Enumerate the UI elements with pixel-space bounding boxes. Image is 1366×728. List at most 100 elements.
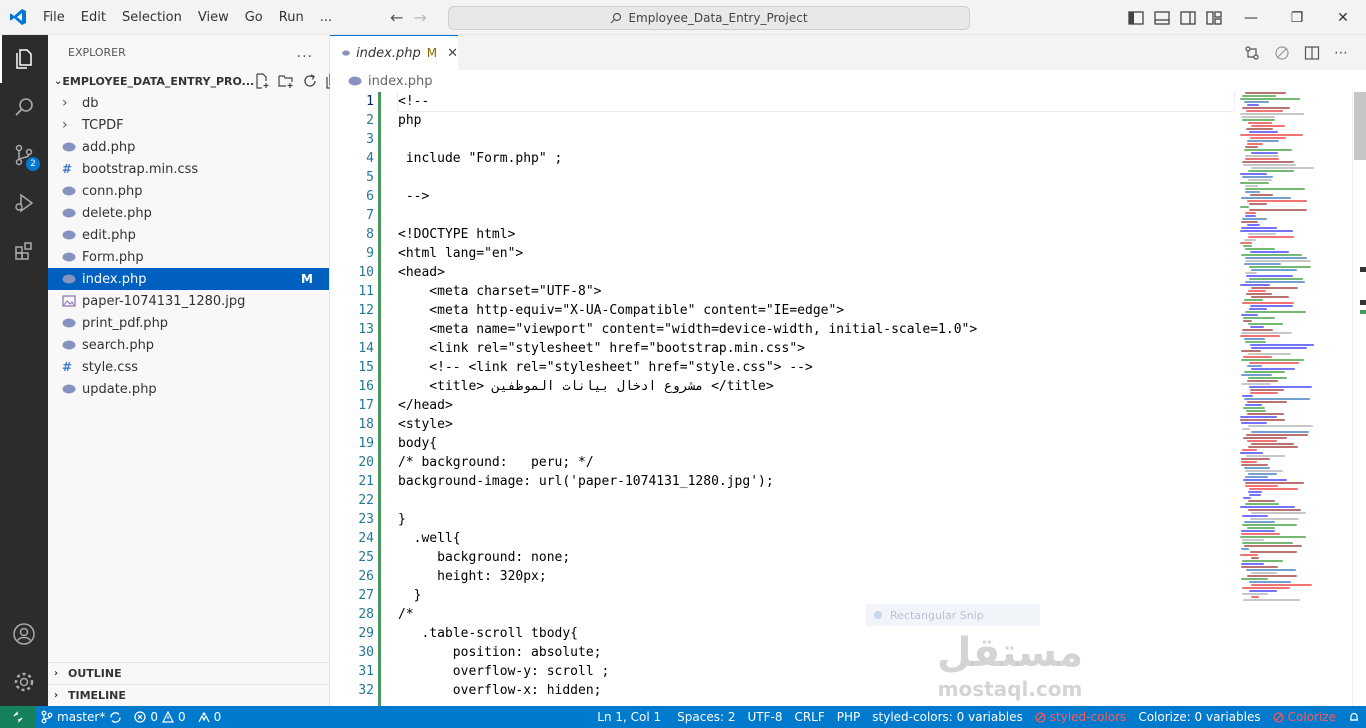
close-tab-icon[interactable]: ✕ <box>447 46 458 61</box>
breadcrumb-file[interactable]: index.php <box>368 74 432 89</box>
toggle-live-preview-icon[interactable] <box>1274 45 1290 61</box>
problems-status[interactable]: 0 0 <box>128 706 191 728</box>
code-line[interactable]: .table-scroll tbody{ <box>398 624 1228 643</box>
vertical-scrollbar[interactable] <box>1352 92 1366 706</box>
menu-view[interactable]: View <box>190 0 237 35</box>
menu-run[interactable]: Run <box>271 0 312 35</box>
customize-layout-icon[interactable] <box>1206 10 1222 25</box>
tab-index-php[interactable]: index.php M ✕ <box>330 35 458 70</box>
eol-status[interactable]: CRLF <box>788 706 830 728</box>
outline-section[interactable]: › OUTLINE <box>48 662 330 684</box>
code-line[interactable]: body{ <box>398 434 1228 453</box>
code-line[interactable]: include "Form.php" ; <box>398 149 1228 168</box>
code-line[interactable]: /* background: peru; */ <box>398 453 1228 472</box>
file-item[interactable]: # bootstrap.min.css <box>48 158 329 180</box>
code-line[interactable] <box>398 491 1228 510</box>
code-line[interactable]: <!-- <box>397 92 1235 112</box>
code-line[interactable]: .well{ <box>398 529 1228 548</box>
code-line[interactable]: php <box>398 111 1228 130</box>
minimap[interactable] <box>1236 92 1348 602</box>
code-line[interactable]: <!-- <link rel="stylesheet" href="style.… <box>398 358 1228 377</box>
code-line[interactable]: <title> مشروع ادخال بيانات الموظفين </ti… <box>398 377 1228 396</box>
explorer-activity[interactable] <box>0 35 48 83</box>
code-line[interactable]: <meta name="viewport" content="width=dev… <box>398 320 1228 339</box>
file-item[interactable]: conn.php <box>48 180 329 202</box>
new-file-icon[interactable] <box>254 73 270 89</box>
toggle-sidebar-icon[interactable] <box>1128 10 1144 25</box>
code-line[interactable]: background: none; <box>398 548 1228 567</box>
file-item[interactable]: update.php <box>48 378 329 400</box>
menu-edit[interactable]: Edit <box>73 0 114 35</box>
code-line[interactable]: <style> <box>398 415 1228 434</box>
menu-selection[interactable]: Selection <box>114 0 190 35</box>
indentation-status[interactable]: Spaces: 2 <box>667 706 741 728</box>
menu-more[interactable]: ... <box>312 0 340 35</box>
close-button[interactable]: ✕ <box>1320 0 1366 35</box>
encoding-status[interactable]: UTF-8 <box>741 706 788 728</box>
manage-activity[interactable] <box>0 658 48 706</box>
command-center-search[interactable]: Employee_Data_Entry_Project <box>448 6 970 30</box>
code-line[interactable]: overflow-y: scroll ; <box>398 662 1228 681</box>
code-line[interactable]: <link rel="stylesheet" href="bootstrap.m… <box>398 339 1228 358</box>
colorize-variables[interactable]: Colorize: 0 variables <box>1132 706 1266 728</box>
code-line[interactable]: height: 320px; <box>398 567 1228 586</box>
code-line[interactable]: <!DOCTYPE html> <box>398 225 1228 244</box>
code-line[interactable]: background-image: url('paper-1074131_128… <box>398 472 1228 491</box>
source-control-activity[interactable]: 2 <box>0 131 48 179</box>
menu-file[interactable]: File <box>35 0 73 35</box>
scrollbar-thumb[interactable] <box>1354 92 1366 160</box>
sync-icon[interactable] <box>109 711 122 724</box>
toggle-panel-icon[interactable] <box>1154 10 1170 25</box>
toggle-secondary-sidebar-icon[interactable] <box>1180 10 1196 25</box>
remote-indicator[interactable] <box>0 706 35 728</box>
file-item[interactable]: paper-1074131_1280.jpg <box>48 290 329 312</box>
file-item[interactable]: index.php M <box>48 268 329 290</box>
folder-item[interactable]: › TCPDF <box>48 114 329 136</box>
code-line[interactable]: <meta http-equiv="X-UA-Compatible" conte… <box>398 301 1228 320</box>
code-line[interactable] <box>398 130 1228 149</box>
code-line[interactable]: <head> <box>398 263 1228 282</box>
code-line[interactable]: /* <box>398 605 1228 624</box>
code-content[interactable]: <!-- php include "Form.php" ; --> <!DOCTYP… <box>397 92 1235 700</box>
timeline-section[interactable]: › TIMELINE <box>48 684 330 706</box>
accounts-activity[interactable] <box>0 610 48 658</box>
code-line[interactable]: <html lang="en"> <box>398 244 1228 263</box>
search-activity[interactable] <box>0 83 48 131</box>
language-mode[interactable]: PHP <box>831 706 867 728</box>
run-debug-activity[interactable] <box>0 179 48 227</box>
explorer-more-button[interactable]: ... <box>297 45 313 61</box>
code-line[interactable]: --> <box>398 187 1228 206</box>
styled-colors-status[interactable]: styled-colors <box>1029 706 1133 728</box>
back-arrow-icon[interactable]: ← <box>390 8 403 27</box>
code-line[interactable] <box>398 168 1228 187</box>
menu-go[interactable]: Go <box>237 0 271 35</box>
file-item[interactable]: Form.php <box>48 246 329 268</box>
extensions-activity[interactable] <box>0 227 48 275</box>
code-line[interactable]: </head> <box>398 396 1228 415</box>
code-line[interactable]: position: absolute; <box>398 643 1228 662</box>
code-editor[interactable]: 1 2 3 4 5 6 7 8 9 10 11 12 13 14 15 16 17 18 19 20 21 22 23 24 2… <box>330 92 1366 706</box>
file-item[interactable]: search.php <box>48 334 329 356</box>
code-line[interactable]: overflow-x: hidden; <box>398 681 1228 700</box>
project-folder-row[interactable]: ⌄ EMPLOYEE_DATA_ENTRY_PRO... <box>48 70 342 92</box>
code-line[interactable]: } <box>398 586 1228 605</box>
more-actions-icon[interactable]: ⋯ <box>1334 45 1348 61</box>
folder-item[interactable]: › db <box>48 92 329 114</box>
restore-button[interactable]: ❐ <box>1274 0 1320 35</box>
file-item[interactable]: delete.php <box>48 202 329 224</box>
forward-arrow-icon[interactable]: → <box>413 8 426 27</box>
file-item[interactable]: edit.php <box>48 224 329 246</box>
cursor-position[interactable]: Ln 1, Col 1 <box>591 706 667 728</box>
notifications-bell[interactable] <box>1342 706 1366 728</box>
ports-status[interactable]: 0 <box>192 706 228 728</box>
file-item[interactable]: add.php <box>48 136 329 158</box>
split-editor-icon[interactable] <box>1304 45 1320 61</box>
code-line[interactable]: <meta charset="UTF-8"> <box>398 282 1228 301</box>
compare-changes-icon[interactable] <box>1244 45 1260 61</box>
new-folder-icon[interactable] <box>278 73 294 89</box>
code-line[interactable] <box>398 206 1228 225</box>
file-item[interactable]: print_pdf.php <box>48 312 329 334</box>
minimize-button[interactable]: — <box>1228 0 1274 35</box>
file-item[interactable]: # style.css <box>48 356 329 378</box>
styled-colors-variables[interactable]: styled-colors: 0 variables <box>866 706 1029 728</box>
